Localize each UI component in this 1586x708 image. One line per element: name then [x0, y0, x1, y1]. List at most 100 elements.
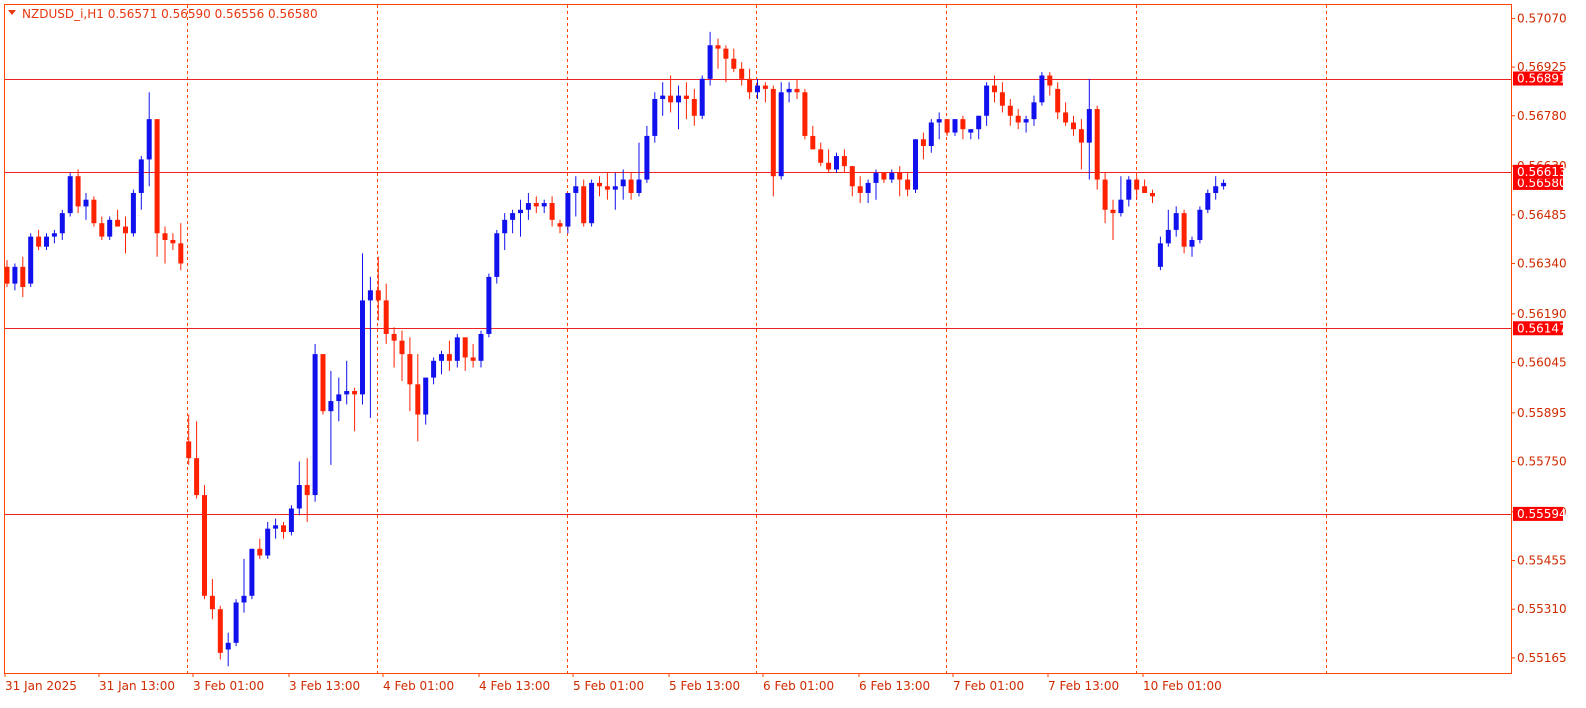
candle-body — [336, 394, 342, 402]
candle-body — [984, 85, 990, 116]
candle-body — [1181, 213, 1187, 247]
candle-body — [352, 391, 358, 395]
candle-body — [431, 360, 437, 378]
candle-body — [715, 45, 721, 49]
candle-body — [794, 88, 800, 93]
candle-body — [952, 119, 958, 133]
candle — [652, 92, 658, 143]
candle-body — [502, 219, 508, 234]
candle — [589, 179, 595, 227]
candle-body — [1007, 105, 1013, 116]
x-tick-label: 31 Jan 13:00 — [99, 679, 175, 693]
y-tick-label: 0.55895 — [1517, 406, 1567, 420]
candle-body — [660, 95, 666, 99]
candle-body — [668, 95, 674, 103]
candle-body — [628, 179, 634, 193]
candle-body — [44, 236, 49, 247]
candle-body — [59, 213, 65, 234]
candle-body — [510, 213, 516, 220]
candle-body — [28, 236, 34, 284]
candle-body — [1039, 75, 1045, 103]
candle-body — [770, 88, 776, 177]
candle-body — [288, 508, 294, 533]
symbol-info: NZDUSD_i,H1 0.56571 0.56590 0.56556 0.56… — [22, 7, 318, 21]
candle-body — [1078, 129, 1084, 143]
candle-body — [1157, 243, 1163, 267]
candle — [312, 344, 318, 502]
candle-body — [265, 528, 271, 556]
x-tick-label: 3 Feb 13:00 — [289, 679, 360, 693]
candle — [217, 605, 223, 660]
candle-body — [249, 548, 255, 596]
candle-body — [1023, 119, 1029, 123]
chart-background — [0, 0, 1586, 708]
candle-body — [1126, 179, 1132, 200]
candle-body — [968, 129, 974, 133]
candle-body — [454, 337, 460, 361]
candle-body — [162, 233, 168, 240]
candle-body — [928, 122, 934, 146]
candle-body — [731, 58, 737, 69]
candle — [802, 88, 808, 140]
candle-body — [723, 48, 729, 59]
y-tick-label: 0.56045 — [1517, 355, 1567, 369]
candle-body — [99, 223, 105, 237]
price-chart[interactable]: 0.570700.569250.567800.566300.564850.563… — [0, 0, 1586, 708]
candle-body — [707, 45, 713, 79]
candle — [1205, 189, 1211, 214]
candle — [107, 216, 113, 240]
candle-body — [1110, 209, 1116, 214]
level-price-label: 0.56891 — [1517, 72, 1567, 86]
candle-body — [130, 192, 136, 234]
candle-body — [834, 156, 839, 170]
candle-body — [4, 266, 10, 284]
candle-body — [1165, 229, 1171, 244]
candle-body — [786, 88, 792, 93]
candle-body — [423, 377, 429, 415]
candle-body — [818, 149, 824, 163]
candle-body — [91, 199, 97, 224]
candle-body — [494, 233, 500, 277]
candle-body — [865, 182, 871, 193]
candle-body — [810, 135, 816, 150]
candle-body — [399, 340, 405, 355]
candle-body — [573, 186, 579, 193]
candle-body — [186, 441, 192, 459]
x-tick-label: 6 Feb 01:00 — [763, 679, 834, 693]
candle-body — [67, 176, 73, 214]
candle-body — [344, 391, 350, 395]
candle-body — [897, 172, 903, 180]
candle-body — [194, 458, 200, 496]
x-tick-label: 6 Feb 13:00 — [859, 679, 930, 693]
candle-body — [75, 176, 81, 207]
candle — [320, 354, 326, 415]
y-tick-label: 0.56780 — [1517, 109, 1567, 123]
candle-body — [597, 182, 602, 187]
candle — [1197, 206, 1203, 244]
candle-body — [1173, 213, 1179, 230]
candle-body — [691, 98, 697, 116]
y-tick-label: 0.55165 — [1517, 651, 1567, 665]
level-price-label: 0.56147 — [1517, 321, 1567, 335]
candle-body — [470, 357, 476, 361]
x-tick-label: 5 Feb 13:00 — [669, 679, 740, 693]
candle-body — [328, 401, 334, 412]
candle-body — [1205, 192, 1211, 210]
candle-body — [209, 595, 215, 610]
candle-body — [881, 172, 887, 180]
candle — [233, 599, 239, 647]
candle-body — [107, 219, 113, 237]
candle-body — [281, 525, 286, 533]
candle-body — [581, 186, 587, 224]
candle-body — [755, 85, 760, 93]
symbol-header: NZDUSD_i,H1 0.56571 0.56590 0.56556 0.56… — [8, 7, 318, 21]
candle-body — [802, 92, 808, 136]
level-price-label: 0.55594 — [1517, 507, 1567, 521]
candle-body — [913, 139, 918, 190]
candle — [494, 229, 500, 284]
candle-body — [407, 354, 413, 385]
candle-body — [1142, 186, 1148, 193]
candle-body — [202, 495, 207, 596]
candle-body — [478, 333, 484, 361]
candle-body — [644, 135, 650, 180]
